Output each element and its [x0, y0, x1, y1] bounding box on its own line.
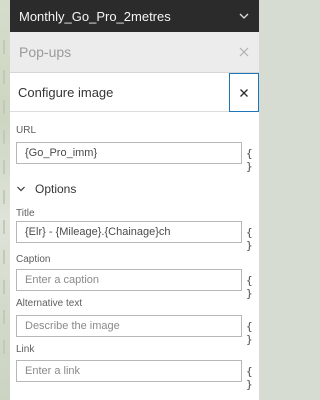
layer-title: Monthly_Go_Pro_2metres — [19, 8, 171, 24]
title-label: Title — [16, 208, 35, 219]
url-expression-button[interactable]: { } — [246, 147, 259, 173]
options-toggle[interactable]: Options — [10, 179, 259, 199]
url-input[interactable] — [16, 142, 242, 164]
link-input[interactable] — [16, 360, 242, 382]
caption-label: Caption — [16, 254, 51, 265]
caption-input[interactable] — [16, 269, 242, 291]
alt-text-label: Alternative text — [16, 298, 83, 309]
popups-title: Pop-ups — [19, 44, 72, 60]
alt-text-expression-button[interactable]: { } — [246, 320, 259, 346]
configure-image-title: Configure image — [18, 84, 114, 100]
layer-header[interactable]: Monthly_Go_Pro_2metres — [10, 0, 259, 32]
options-label: Options — [35, 182, 77, 196]
alt-text-input[interactable] — [16, 315, 242, 337]
configure-close-button[interactable] — [229, 73, 259, 112]
caption-expression-button[interactable]: { } — [246, 274, 259, 300]
close-icon[interactable] — [238, 46, 250, 58]
configure-image-header: Configure image — [10, 73, 259, 112]
configure-image-panel: Configure image URL { } Options Title { … — [10, 73, 259, 400]
chevron-down-icon[interactable] — [237, 9, 251, 23]
title-input[interactable] — [16, 221, 242, 243]
popups-header: Pop-ups — [10, 32, 259, 73]
title-expression-button[interactable]: { } — [246, 226, 259, 252]
chevron-down-icon — [17, 186, 25, 192]
url-label: URL — [16, 125, 37, 136]
map-background — [0, 0, 10, 400]
link-expression-button[interactable]: { } — [246, 365, 259, 391]
link-label: Link — [16, 344, 35, 355]
close-icon — [240, 88, 248, 97]
